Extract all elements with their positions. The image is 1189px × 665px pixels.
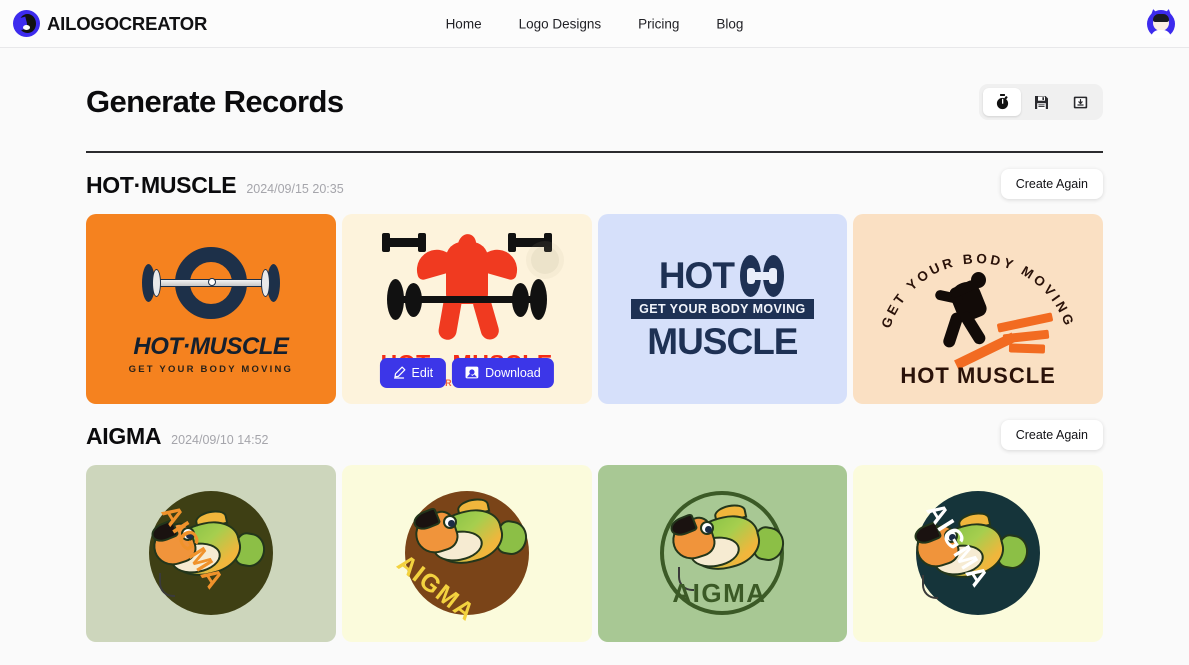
logo-tagline: GET YOUR BODY MOVING — [128, 363, 294, 375]
nav-item-pricing[interactable]: Pricing — [638, 16, 679, 31]
logo-artwork: AIGMA — [853, 465, 1103, 642]
group-title: HOT·MUSCLE — [86, 171, 237, 198]
image-icon — [465, 366, 479, 379]
logo-title-part1: HOT — [658, 254, 735, 296]
logo-artwork: GET YOUR BODY MOVING HOT MUSCLE — [873, 226, 1083, 391]
logo-card-aigma-4[interactable]: AIGMA — [853, 464, 1103, 642]
barbell-ring-icon — [141, 246, 280, 319]
floppy-disk-icon — [1034, 95, 1049, 110]
logo-card-hot-muscle-3[interactable]: HOT GET YOUR BODY MOVING MUSCLE — [597, 213, 848, 404]
page-body: Generate Records HOT·MUSCLE 2024/09/15 2… — [0, 48, 1189, 642]
logo-card-hot-muscle-1[interactable]: HOT·MUSCLE GET YOUR BODY MOVING — [86, 213, 336, 404]
cursor-highlight-dot — [530, 245, 559, 274]
group-header: HOT·MUSCLE 2024/09/15 20:35 Create Again — [86, 168, 1103, 202]
create-again-button[interactable]: Create Again — [1000, 419, 1103, 450]
logo-card-aigma-1[interactable]: AIGMA — [86, 464, 336, 642]
edit-button[interactable]: Edit — [379, 357, 447, 388]
logo-title: HOT·MUSCLE — [133, 332, 289, 360]
main-nav: Home Logo Designs Pricing Blog — [446, 16, 744, 31]
ailogocreator-mark-icon — [13, 10, 40, 37]
brand-name: AILOGOCREATOR — [47, 12, 208, 34]
fish-badge-icon: AIGMA — [660, 491, 788, 616]
logo-title: HOT MUSCLE — [900, 363, 1056, 389]
downloads-view-button[interactable] — [1061, 88, 1099, 116]
edit-label: Edit — [411, 365, 434, 380]
history-view-button[interactable] — [983, 88, 1021, 116]
logo-tagline: GET YOUR BODY MOVING — [631, 298, 814, 319]
view-toolbar — [979, 84, 1103, 120]
logo-artwork: HOT·MUSCLE GET YOUR BODY MOVING — [86, 214, 336, 404]
dumbbell-icon — [738, 254, 786, 297]
site-header: AILOGOCREATOR Home Logo Designs Pricing … — [0, 0, 1189, 48]
stopwatch-icon — [995, 94, 1010, 110]
pencil-icon — [393, 366, 406, 379]
logo-title: AIGMA — [672, 578, 767, 609]
record-group-hot-muscle: HOT·MUSCLE 2024/09/15 20:35 Create Again… — [86, 153, 1103, 404]
logo-artwork: AIGMA — [86, 465, 336, 642]
logo-card-grid: HOT·MUSCLE GET YOUR BODY MOVING Edit Dow… — [86, 213, 1103, 404]
fish-badge-icon: AIGMA — [147, 491, 273, 616]
create-again-button[interactable]: Create Again — [1000, 168, 1103, 199]
brand-logo-link[interactable]: AILOGOCREATOR — [13, 10, 207, 37]
download-label: Download — [485, 365, 541, 380]
user-avatar-icon[interactable] — [1147, 7, 1175, 38]
logo-card-grid: AIGMA AIGMA AIGMA AIGMA — [86, 464, 1103, 642]
page-header-row: Generate Records — [86, 48, 1103, 120]
logo-card-aigma-3[interactable]: AIGMA — [597, 464, 848, 642]
page-title: Generate Records — [86, 84, 344, 119]
nav-item-logo-designs[interactable]: Logo Designs — [519, 16, 602, 31]
logo-artwork: AIGMA — [342, 465, 592, 642]
image-download-icon — [1073, 95, 1088, 110]
record-group-aigma: AIGMA 2024/09/10 14:52 Create Again AIGM… — [86, 404, 1103, 642]
group-header: AIGMA 2024/09/10 14:52 Create Again — [86, 419, 1103, 453]
fish-illustration — [667, 501, 788, 592]
fish-badge-icon: AIGMA — [910, 491, 1041, 616]
card-action-bar: Edit Download — [379, 357, 554, 388]
logo-title-part2: MUSCLE — [647, 320, 798, 362]
logo-card-aigma-2[interactable]: AIGMA — [341, 464, 592, 642]
group-title: AIGMA — [86, 422, 162, 449]
group-timestamp: 2024/09/15 20:35 — [246, 181, 344, 196]
logo-card-hot-muscle-4[interactable]: GET YOUR BODY MOVING HOT MUSCLE — [853, 213, 1103, 404]
nav-item-blog[interactable]: Blog — [716, 16, 743, 31]
nav-item-home[interactable]: Home — [446, 16, 482, 31]
saved-view-button[interactable] — [1022, 88, 1060, 116]
logo-artwork: AIGMA — [598, 465, 848, 642]
group-timestamp: 2024/09/10 14:52 — [171, 432, 269, 447]
logo-artwork: HOT GET YOUR BODY MOVING MUSCLE — [598, 214, 848, 404]
running-man-icon — [934, 270, 1054, 370]
logo-card-hot-muscle-2[interactable]: HOT · MUSCLE GET YOUR BODY MOVING — [341, 213, 592, 404]
card-hover-overlay: Edit Download — [342, 214, 592, 404]
fish-illustration — [409, 495, 530, 572]
download-button[interactable]: Download — [452, 357, 554, 388]
fish-badge-icon: AIGMA — [391, 491, 530, 627]
